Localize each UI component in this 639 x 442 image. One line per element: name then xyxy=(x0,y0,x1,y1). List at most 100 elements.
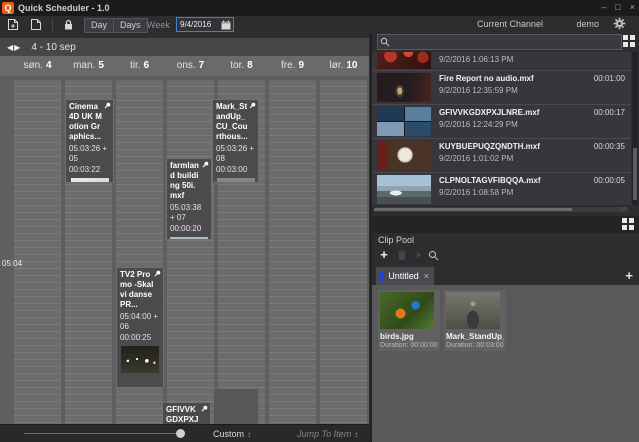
clip-pool-content[interactable]: birds.jpg Duration: 00:00:00 Mark_StandU… xyxy=(372,285,639,442)
event-thumbnail xyxy=(121,346,159,373)
add-clip-button[interactable]: + xyxy=(376,247,392,263)
day-column-sun[interactable] xyxy=(14,80,61,425)
pin-icon xyxy=(249,102,256,109)
view-mode-segment: Day Days xyxy=(84,18,148,33)
scrollbar-ticks: ‹ › xyxy=(621,207,626,212)
media-search-bar xyxy=(377,34,622,50)
app-icon: Q xyxy=(2,2,14,14)
event-empty[interactable] xyxy=(213,388,259,425)
event-cinema-4d[interactable]: Cinema 4D UK Motion Graphics... 05:03:26… xyxy=(65,99,114,183)
updown-icon: ↕ xyxy=(247,430,251,439)
close-button[interactable]: × xyxy=(630,0,635,15)
status-bar: Custom↕ Jump To Item↕ xyxy=(0,424,369,442)
new-tab-button[interactable]: + xyxy=(625,267,633,284)
next-week-button[interactable]: ▶ xyxy=(14,43,21,52)
media-item[interactable]: CLPNOLTAGVFIBQQA.mxf 9/2/2016 1:08:58 PM… xyxy=(372,173,631,205)
lock-button[interactable] xyxy=(60,17,76,32)
clip-thumbnail xyxy=(380,292,434,329)
media-pane: 9/2/2016 1:06:13 PM Fire Report no audio… xyxy=(370,33,639,442)
clip-pool-title: Clip Pool xyxy=(378,235,414,245)
day-column-fri[interactable] xyxy=(269,80,316,425)
day-header-sun[interactable]: søn.4 xyxy=(12,56,63,76)
scheduler-pane: ◀▶ 4 - 10 sep søn.4 man.5 tir.6 ons.7 to… xyxy=(0,33,369,442)
event-tv2-promo[interactable]: TV2 Promo -Skal vi danse PR... 05:04:00 … xyxy=(116,267,164,388)
channel-value[interactable]: demo xyxy=(576,19,599,29)
day-header-wed[interactable]: ons.7 xyxy=(165,56,216,76)
date-input[interactable] xyxy=(177,20,221,29)
grid-view-icon[interactable] xyxy=(622,218,634,230)
day-header-tue[interactable]: tir.6 xyxy=(114,56,165,76)
event-thumbnail xyxy=(170,237,208,240)
pin-icon xyxy=(201,405,208,412)
event-gfivvkgd[interactable]: GFIVVKGDXPXJLNRE... xyxy=(162,402,211,425)
day-header-mon[interactable]: man.5 xyxy=(63,56,114,76)
zoom-mode-dropdown[interactable]: Custom↕ xyxy=(213,429,251,439)
settings-button[interactable] xyxy=(613,17,627,31)
day-column-wed[interactable] xyxy=(167,80,214,425)
maximize-button[interactable]: □ xyxy=(615,0,620,15)
media-thumbnail xyxy=(377,175,431,204)
title-bar: Q Quick Scheduler - 1.0 – □ × xyxy=(0,0,639,16)
media-horizontal-scrollbar[interactable]: ‹ › xyxy=(374,207,628,212)
clip-pool-toolbar: + xyxy=(372,246,639,264)
day-header-sat[interactable]: lør.10 xyxy=(318,56,369,76)
event-mark-standup[interactable]: Mark_StandUp_CU_Courthous... 05:03:26 + … xyxy=(212,99,259,183)
trash-icon xyxy=(397,250,407,261)
clip-pool-header-band xyxy=(372,216,639,233)
calendar-icon xyxy=(221,20,231,30)
pin-icon xyxy=(154,270,161,277)
minimize-button[interactable]: – xyxy=(601,0,606,15)
zoom-slider-knob[interactable] xyxy=(176,429,185,438)
day-column-sat[interactable] xyxy=(320,80,367,425)
delete-clip-button[interactable] xyxy=(394,247,410,263)
new-document-icon xyxy=(7,18,19,31)
jump-to-item-dropdown[interactable]: Jump To Item↕ xyxy=(297,429,358,439)
time-label: 05:04 xyxy=(2,259,22,268)
window-title: Quick Scheduler - 1.0 xyxy=(18,3,110,13)
day-header-row: søn.4 man.5 tir.6 ons.7 tor.8 fre.9 lør.… xyxy=(0,56,369,77)
pool-color-icon xyxy=(379,271,384,281)
media-item[interactable]: 9/2/2016 1:06:13 PM xyxy=(372,52,631,71)
event-farmland[interactable]: farmland building 50i.mxf 05:03:38 + 07 … xyxy=(166,158,212,240)
media-item[interactable]: KUYBUEPUQZQNDTH.mxf 9/2/2016 1:01:02 PM … xyxy=(372,139,631,173)
clip-card-birds[interactable]: birds.jpg Duration: 00:00:00 xyxy=(378,290,440,351)
scrollbar-thumb[interactable] xyxy=(633,148,637,200)
tab-untitled[interactable]: Untitled × xyxy=(376,267,434,285)
updown-icon: ↕ xyxy=(354,430,358,439)
media-item[interactable]: Fire Report no audio.mxf 9/2/2016 12:35:… xyxy=(372,71,631,105)
media-search-input[interactable] xyxy=(392,37,621,47)
open-document-icon xyxy=(30,18,42,31)
app-window: Q Quick Scheduler - 1.0 – □ × Day Days W… xyxy=(0,0,639,442)
scrollbar-thumb[interactable] xyxy=(374,208,572,211)
media-vertical-scrollbar[interactable] xyxy=(632,52,638,205)
search-icon xyxy=(428,250,439,261)
plus-icon: + xyxy=(380,248,388,262)
day-view-button[interactable]: Day xyxy=(85,19,113,32)
pin-icon xyxy=(202,161,209,168)
media-thumbnail xyxy=(377,107,431,136)
toolbar-separator xyxy=(52,18,53,31)
day-header-fri[interactable]: fre.9 xyxy=(267,56,318,76)
media-thumbnail xyxy=(377,73,431,102)
week-range-bar: ◀▶ 4 - 10 sep xyxy=(0,38,369,56)
event-thumbnail xyxy=(71,178,109,183)
schedule-grid[interactable]: 05:04 Cinema 4D UK Motion Graphics... 05… xyxy=(0,76,369,425)
date-field xyxy=(176,17,234,32)
open-schedule-button[interactable] xyxy=(28,17,44,32)
week-view-button[interactable]: Week xyxy=(142,18,175,31)
clip-pool-tabs: Untitled × + xyxy=(372,266,639,285)
event-thumbnail xyxy=(217,178,255,183)
zoom-slider-track[interactable] xyxy=(24,433,177,434)
tab-close-button[interactable]: × xyxy=(424,271,429,281)
nav-arrows: ◀▶ xyxy=(7,43,21,52)
grid-view-icon[interactable] xyxy=(623,35,635,47)
day-header-thu[interactable]: tor.8 xyxy=(216,56,267,76)
clip-thumbnail xyxy=(446,292,500,329)
new-schedule-button[interactable] xyxy=(5,17,21,32)
week-range-label: 4 - 10 sep xyxy=(31,42,75,53)
clip-pool-search-button[interactable] xyxy=(425,247,441,263)
main-toolbar: Day Days Week Current Channel demo xyxy=(0,16,639,33)
media-item[interactable]: GFIVVKGDXPXJLNRE.mxf 9/2/2016 12:24:29 P… xyxy=(372,105,631,139)
clip-card-mark-standup[interactable]: Mark_StandUp_... Duration: 00:03:00 xyxy=(444,290,506,351)
search-icon xyxy=(380,37,390,47)
